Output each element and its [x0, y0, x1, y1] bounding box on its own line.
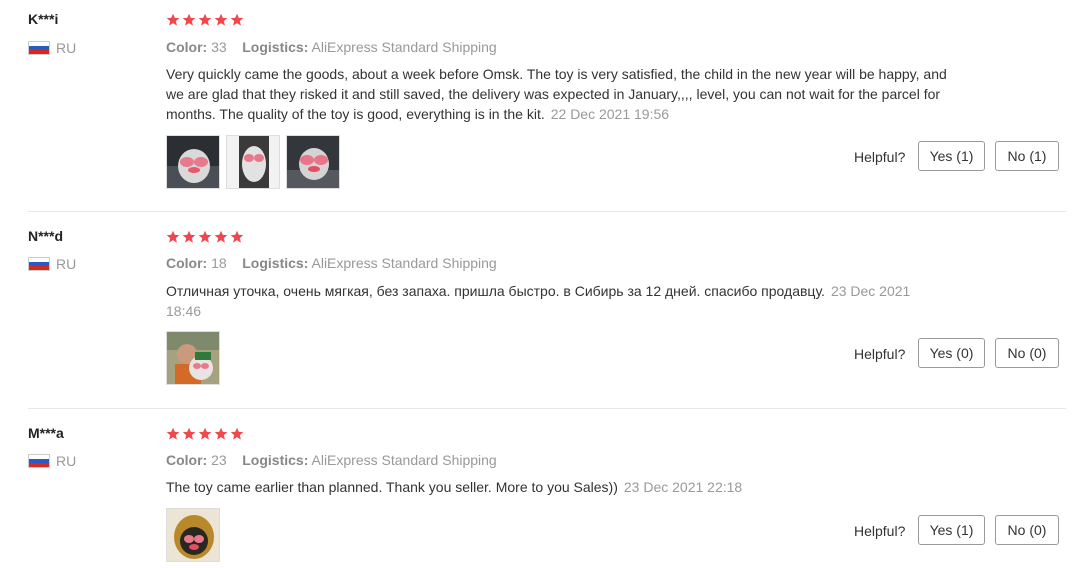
review-photo[interactable]	[166, 331, 220, 385]
logistics-value: AliExpress Standard Shipping	[311, 39, 497, 55]
star-icon	[214, 13, 228, 26]
review-text-block: Very quickly came the goods, about a wee…	[166, 64, 956, 124]
reviewer-country: RU	[28, 256, 76, 272]
logistics-value: AliExpress Standard Shipping	[311, 452, 497, 468]
star-icon	[230, 230, 244, 243]
country-code: RU	[56, 256, 77, 272]
logistics-label: Logistics:	[242, 255, 309, 271]
helpful-no-button[interactable]: No (1)	[995, 141, 1059, 171]
reviewer-name: N***d	[28, 228, 64, 244]
review-text-block: Отличная уточка, очень мягкая, без запах…	[166, 281, 936, 321]
star-icon	[198, 427, 212, 440]
star-icon	[182, 230, 196, 243]
helpful-yes-button[interactable]: Yes (0)	[918, 338, 985, 368]
reviewer-name: M***a	[28, 425, 64, 441]
review-text-block: The toy came earlier than planned. Thank…	[166, 477, 956, 497]
review-meta: Color: 33 Logistics: AliExpress Standard…	[166, 39, 497, 55]
review-photo[interactable]	[226, 135, 280, 189]
helpful-label: Helpful?	[854, 523, 906, 539]
review-item: N***d RU Color: 18 Logistics: AliExpress…	[0, 216, 1091, 408]
star-icon	[166, 427, 180, 440]
color-value: 23	[211, 452, 227, 468]
color-label: Color:	[166, 255, 208, 271]
country-code: RU	[56, 453, 77, 469]
helpful-no-button[interactable]: No (0)	[995, 515, 1059, 545]
country-code: RU	[56, 40, 77, 56]
photo-image	[167, 509, 219, 561]
russia-flag-icon	[28, 41, 50, 55]
color-value: 18	[211, 255, 227, 271]
logistics-label: Logistics:	[242, 39, 309, 55]
review-photos	[166, 135, 340, 189]
review-item: K***i RU Color: 33 Logistics: AliExpress…	[0, 0, 1091, 212]
reviewer-name: K***i	[28, 11, 59, 27]
review-photos	[166, 508, 220, 562]
helpful-no-button[interactable]: No (0)	[995, 338, 1059, 368]
review-divider	[28, 408, 1066, 409]
review-photo[interactable]	[166, 508, 220, 562]
logistics-value: AliExpress Standard Shipping	[311, 255, 497, 271]
review-date: 22 Dec 2021 19:56	[550, 106, 670, 122]
helpful-yes-button[interactable]: Yes (1)	[918, 141, 985, 171]
star-icon	[198, 13, 212, 26]
review-photo[interactable]	[166, 135, 220, 189]
reviewer-country: RU	[28, 453, 76, 469]
photo-image	[287, 136, 339, 188]
helpful-label: Helpful?	[854, 346, 906, 362]
star-icon	[198, 230, 212, 243]
review-text: Отличная уточка, очень мягкая, без запах…	[166, 283, 825, 299]
logistics-label: Logistics:	[242, 452, 309, 468]
photo-image	[167, 332, 219, 384]
star-icon	[182, 427, 196, 440]
color-label: Color:	[166, 452, 208, 468]
star-rating	[166, 427, 244, 441]
photo-image	[167, 136, 219, 188]
review-text: The toy came earlier than planned. Thank…	[166, 479, 618, 495]
color-label: Color:	[166, 39, 208, 55]
helpful-yes-button[interactable]: Yes (1)	[918, 515, 985, 545]
star-icon	[214, 230, 228, 243]
helpful-label: Helpful?	[854, 149, 906, 165]
review-photo[interactable]	[286, 135, 340, 189]
review-photos	[166, 331, 220, 385]
star-icon	[230, 427, 244, 440]
russia-flag-icon	[28, 454, 50, 468]
photo-image	[227, 136, 279, 188]
reviewer-country: RU	[28, 40, 76, 56]
review-meta: Color: 23 Logistics: AliExpress Standard…	[166, 452, 497, 468]
color-value: 33	[211, 39, 227, 55]
star-icon	[182, 13, 196, 26]
review-meta: Color: 18 Logistics: AliExpress Standard…	[166, 255, 497, 271]
star-rating	[166, 230, 244, 244]
star-icon	[214, 427, 228, 440]
russia-flag-icon	[28, 257, 50, 271]
star-icon	[166, 13, 180, 26]
review-item: M***a RU Color: 23 Logistics: AliExpress…	[0, 413, 1091, 568]
star-icon	[230, 13, 244, 26]
star-icon	[166, 230, 180, 243]
star-rating	[166, 13, 244, 27]
review-divider	[28, 211, 1066, 212]
review-date: 23 Dec 2021 22:18	[623, 479, 743, 495]
